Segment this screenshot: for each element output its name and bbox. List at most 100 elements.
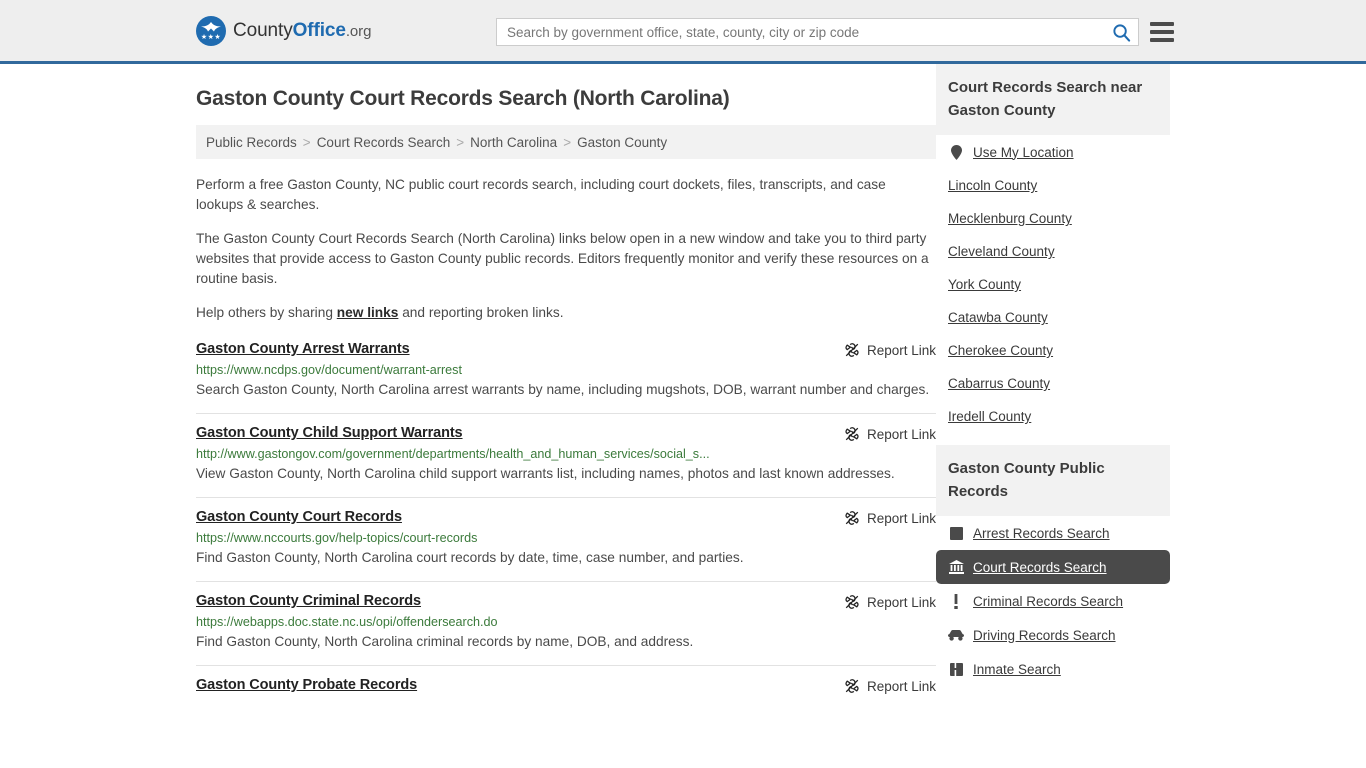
result-url[interactable]: https://www.ncdps.gov/document/warrant-a… [196,363,936,377]
search-bar [496,18,1139,46]
county-link[interactable]: Lincoln County [936,169,1170,202]
result-title-link[interactable]: Gaston County Probate Records [196,677,417,693]
broken-link-icon [844,678,860,694]
sidebar-spacer [936,435,1170,445]
results-list: Gaston County Arrest Warrants Report Link… [196,337,936,705]
public-records-list: Arrest Records Search Court Records Searc… [936,516,1170,686]
report-link-label: Report Link [867,595,936,610]
list-item: Lincoln County [936,169,1170,202]
report-link-button[interactable]: Report Link [844,509,936,526]
result-description: Search Gaston County, North Carolina arr… [196,378,936,402]
result-title-link[interactable]: Gaston County Child Support Warrants [196,425,463,441]
county-link[interactable]: Cleveland County [936,235,1170,268]
list-item: Court Records Search [936,550,1170,584]
breadcrumb-item-gaston-county[interactable]: Gaston County [577,135,667,150]
public-records-link[interactable]: Court Records Search [936,550,1170,584]
result-url[interactable]: http://www.gastongov.com/government/depa… [196,447,936,461]
list-item: Catawba County [936,301,1170,334]
breadcrumb-item-north-carolina[interactable]: North Carolina [470,135,557,150]
eagle-shield-logo-icon: ★★★ [196,16,226,46]
search-button[interactable] [1104,19,1138,45]
breadcrumb-separator: > [563,135,571,150]
list-item: York County [936,268,1170,301]
county-link[interactable]: York County [936,268,1170,301]
result-description: View Gaston County, North Carolina child… [196,462,936,486]
public-records-link[interactable]: Inmate Search [936,652,1170,686]
county-links-list: Lincoln County Mecklenburg County Clevelan… [936,169,1170,433]
search-icon [1112,23,1131,42]
county-link-label: Cleveland County [948,244,1055,259]
help-paragraph: Help others by sharing new links and rep… [196,303,936,323]
intro-paragraph-2: The Gaston County Court Records Search (… [196,229,936,289]
sidebar: Court Records Search near Gaston County … [936,64,1170,705]
public-records-link[interactable]: Arrest Records Search [936,516,1170,550]
square-badge-icon [948,525,964,541]
list-item: Use My Location [936,135,1170,169]
result-item: Gaston County Child Support Warrants Repo… [196,413,936,497]
public-records-link[interactable]: Driving Records Search [936,618,1170,652]
result-item: Gaston County Arrest Warrants Report Link… [196,337,936,413]
breadcrumb-separator: > [303,135,311,150]
list-item: Cleveland County [936,235,1170,268]
search-input[interactable] [497,19,1104,45]
county-link-label: Mecklenburg County [948,211,1072,226]
public-records-link[interactable]: Criminal Records Search [936,584,1170,618]
result-item: Gaston County Probate Records Report Link [196,665,936,705]
county-link[interactable]: Mecklenburg County [936,202,1170,235]
page-body: Gaston County Court Records Search (Nort… [0,64,1366,705]
breadcrumb-item-public-records[interactable]: Public Records [206,135,297,150]
result-item: Gaston County Court Records Report Link ht… [196,497,936,581]
public-records-link-label: Inmate Search [973,662,1061,677]
report-link-button[interactable]: Report Link [844,341,936,358]
result-title-link[interactable]: Gaston County Arrest Warrants [196,341,410,357]
logo-stars: ★★★ [196,34,226,41]
result-item: Gaston County Criminal Records Report Lin… [196,581,936,665]
list-item: Mecklenburg County [936,202,1170,235]
broken-link-icon [844,594,860,610]
use-my-location-link[interactable]: Use My Location [936,135,1170,169]
broken-link-icon [844,426,860,442]
hamburger-bar-3 [1150,38,1174,42]
county-link[interactable]: Iredell County [936,400,1170,433]
car-icon [948,627,964,643]
public-records-heading: Gaston County Public Records [936,445,1170,516]
report-link-label: Report Link [867,679,936,694]
nearby-counties-list: Use My Location [936,135,1170,169]
result-title-link[interactable]: Gaston County Court Records [196,509,402,525]
eagle-wings-icon [199,21,223,32]
hamburger-menu-button[interactable] [1150,20,1174,44]
report-link-label: Report Link [867,427,936,442]
list-item: Arrest Records Search [936,516,1170,550]
report-link-button[interactable]: Report Link [844,677,936,694]
county-link-label: Cherokee County [948,343,1053,358]
logo-wordmark: CountyOffice.org [233,20,371,42]
breadcrumb-separator: > [456,135,464,150]
report-link-button[interactable]: Report Link [844,425,936,442]
county-link-label: Lincoln County [948,178,1037,193]
public-records-link-label: Court Records Search [973,560,1107,575]
exclamation-icon [948,593,964,609]
county-link[interactable]: Catawba County [936,301,1170,334]
nearby-counties-heading: Court Records Search near Gaston County [936,64,1170,135]
county-link[interactable]: Cherokee County [936,334,1170,367]
result-header: Gaston County Criminal Records Report Lin… [196,593,936,610]
inmate-icon [948,661,964,677]
report-link-label: Report Link [867,511,936,526]
result-url[interactable]: https://webapps.doc.state.nc.us/opi/offe… [196,615,936,629]
county-link[interactable]: Cabarrus County [936,367,1170,400]
hamburger-bar-2 [1150,30,1174,34]
result-title-link[interactable]: Gaston County Criminal Records [196,593,421,609]
result-description: Find Gaston County, North Carolina crimi… [196,630,936,654]
result-url[interactable]: https://www.nccourts.gov/help-topics/cou… [196,531,936,545]
site-logo[interactable]: ★★★ CountyOffice.org [196,16,371,46]
list-item: Criminal Records Search [936,584,1170,618]
new-links-link[interactable]: new links [337,305,399,320]
public-records-link-label: Criminal Records Search [973,594,1123,609]
list-item: Cabarrus County [936,367,1170,400]
report-link-button[interactable]: Report Link [844,593,936,610]
site-header: ★★★ CountyOffice.org [0,0,1366,64]
use-my-location-label: Use My Location [973,145,1074,160]
help-prefix: Help others by sharing [196,305,337,320]
public-records-link-label: Arrest Records Search [973,526,1110,541]
breadcrumb-item-court-records-search[interactable]: Court Records Search [317,135,451,150]
